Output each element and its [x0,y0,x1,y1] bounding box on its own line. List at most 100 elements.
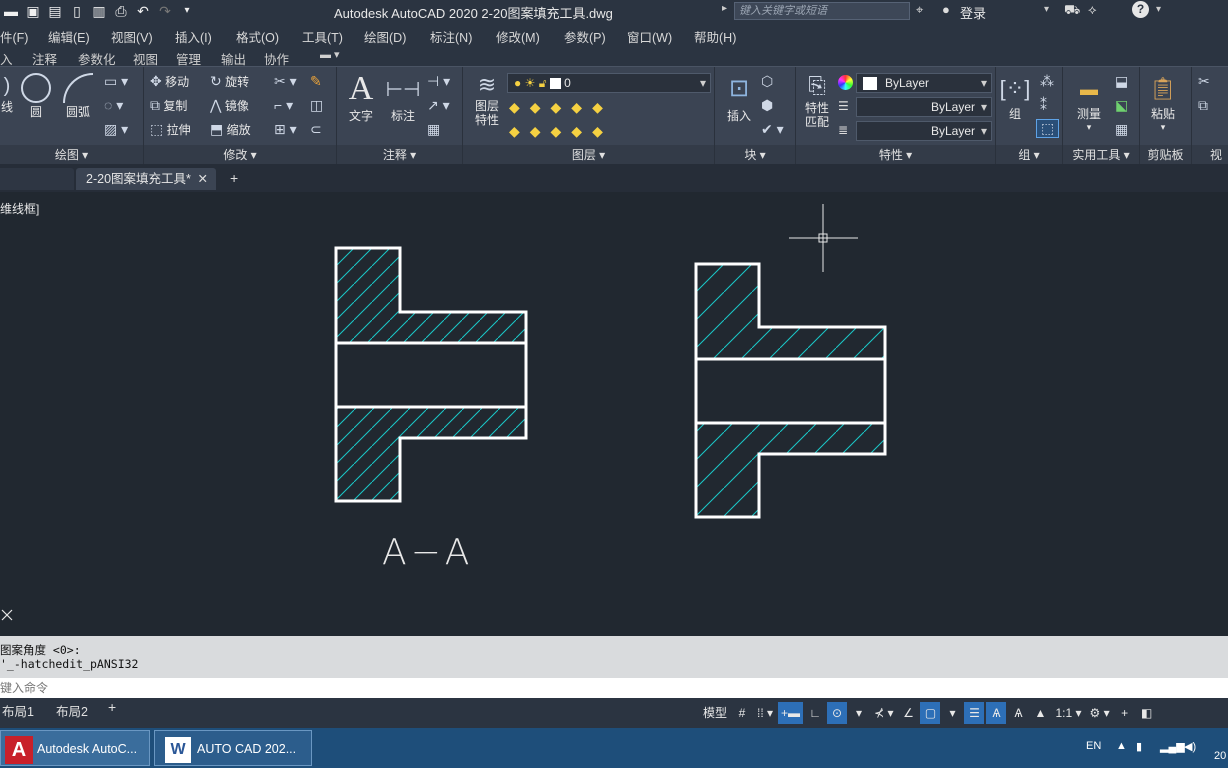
menu-parametric[interactable]: 参数(P) [564,27,606,46]
help-dropdown-icon[interactable]: ▾ [1156,4,1161,15]
model-space-button[interactable]: 模型 [700,702,730,724]
menu-tools[interactable]: 工具(T) [302,27,343,46]
isodraft-icon[interactable]: ⊀ ▾ [871,702,896,724]
snap-icon[interactable]: ⁞⁞ ▾ [754,702,776,724]
fillet-button[interactable]: ⌐ ▾ [274,97,293,114]
scale-button[interactable]: ⬒ 缩放 [210,121,251,138]
taskbar-autocad[interactable]: A Autodesk AutoC... [0,730,150,766]
customize-dropdown-icon[interactable]: ▾ [178,2,196,20]
login-dropdown-icon[interactable]: ▾ [1044,4,1049,15]
calculator-icon[interactable]: ▦ [1115,121,1128,138]
menu-edit[interactable]: 编辑(E) [48,27,90,46]
draw-panel-title[interactable]: 绘图 ▾ [0,145,143,165]
arc-button[interactable]: 圆弧 [60,73,96,120]
annotation-panel-title[interactable]: 注释 ▾ [337,145,462,165]
menu-help[interactable]: 帮助(H) [694,27,736,46]
auto-scale-icon[interactable]: Ѧ [1008,702,1028,724]
clock-fragment[interactable]: 20 [1214,750,1226,762]
a360-icon[interactable]: ⟡ [1088,2,1097,18]
workspace-gear-icon[interactable]: ⚙ ▾ [1087,702,1113,724]
menu-window[interactable]: 窗口(W) [627,27,672,46]
menu-view[interactable]: 视图(V) [111,27,153,46]
leader-icon[interactable]: ↗ ▾ [427,97,450,114]
mirror-button[interactable]: ⋀ 镜像 [210,97,249,114]
hatch-icon[interactable]: ▨ ▾ [104,121,128,138]
text-button[interactable]: A 文字 [343,71,379,124]
menu-draw[interactable]: 绘图(D) [364,27,406,46]
language-indicator[interactable]: EN [1086,740,1101,752]
group-select-icon[interactable]: ⬚ [1036,119,1060,138]
ribbon-toggle-icon[interactable]: ▬ ▾ [320,48,340,61]
print-icon[interactable]: ⎙ [112,2,130,20]
erase-button[interactable]: ✎ [310,73,322,90]
section-view-right[interactable] [694,262,887,519]
document-tab[interactable]: 2-20图案填充工具* ✕ [76,168,216,190]
section-view-left[interactable] [334,246,528,503]
volume-icon[interactable]: ◀) [1184,740,1196,753]
cart-icon[interactable]: ⛟ [1064,2,1080,20]
move-button[interactable]: ✥ 移动 [150,73,189,90]
lineweight-dropdown[interactable]: ByLayer [856,97,992,117]
undo-icon[interactable]: ↶ [134,2,152,20]
rotate-button[interactable]: ↻ 旋转 [210,73,249,90]
scale-dropdown[interactable]: 1:1 ▾ [1052,702,1084,724]
layers-panel-title[interactable]: 图层 ▾ [463,145,714,165]
stretch-button[interactable]: ⬚ 拉伸 [150,121,191,138]
menu-modify[interactable]: 修改(M) [496,27,540,46]
tray-arrow-icon[interactable]: ▲ [1116,740,1127,752]
object-snap-icon[interactable]: ▢ [920,702,941,724]
open-folder-icon[interactable]: ▬ [2,2,20,20]
menu-dimension[interactable]: 标注(N) [430,27,472,46]
power-icon[interactable]: ▮ [1136,740,1142,753]
close-tab-icon[interactable]: ✕ [198,168,208,190]
save-icon[interactable]: ▣ [24,2,42,20]
object-snap-tracking-icon[interactable]: ∠ [898,702,918,724]
annotation-scale-icon[interactable]: ▲ [1030,702,1050,724]
match-properties-button[interactable]: ⎘ 特性 匹配 [798,71,836,129]
clipboard-panel-title[interactable]: 剪贴板 [1140,145,1191,165]
login-button[interactable]: 登录 [960,3,986,22]
properties-panel-title[interactable]: 特性 ▾ [796,145,995,165]
dimension-button[interactable]: ⊢⊣ 标注 [385,73,421,124]
group-button[interactable]: [⁘] 组 [998,73,1032,122]
polar-tracking-icon[interactable]: ⊙ [827,702,848,724]
ellipse-icon[interactable]: ◌ ▾ [104,97,123,114]
help-search-input[interactable]: 键入关键字或短语 [734,2,910,20]
create-block-icon[interactable]: ⬡ [761,73,773,90]
start-tab[interactable] [0,168,74,190]
redo-icon[interactable]: ↷ [156,2,174,20]
ortho-icon[interactable]: ∟ [805,702,825,724]
trim-button[interactable]: ✂ ▾ [274,73,297,90]
select-all-icon[interactable]: ⬕ [1115,97,1128,114]
add-layout-icon[interactable]: + [108,699,116,715]
view-panel-title[interactable]: 视 [1192,145,1228,165]
table-icon[interactable]: ▦ [427,121,440,138]
drawing-canvas[interactable]: 维线框] A−A [0,192,1228,636]
help-icon[interactable]: ? [1132,1,1149,18]
command-input[interactable]: 键入命令 [0,678,1228,698]
layer-properties-button[interactable]: ≋ 图层 特性 [467,71,507,127]
color-dropdown[interactable]: ByLayer [856,73,992,93]
offset-button[interactable]: ⊂ [310,121,322,138]
quick-select-icon[interactable]: ⬓ [1115,73,1128,90]
edit-block-icon[interactable]: ⬢ [761,97,773,114]
publish-icon[interactable]: ▥ [90,2,108,20]
tab-layout2[interactable]: 布局2 [56,701,88,720]
linetype-dropdown[interactable]: ByLayer [856,121,992,141]
array-button[interactable]: ⊞ ▾ [274,121,297,138]
copy-button[interactable]: ⧉ 复制 [150,97,187,114]
dynamic-input-icon[interactable]: +▬ [778,702,804,724]
osnap-dropdown-icon[interactable]: ▾ [942,702,962,724]
measure-button[interactable]: ▬ 测量 ▾ [1067,73,1111,133]
menu-format[interactable]: 格式(O) [236,27,279,46]
annotation-visibility-icon[interactable]: Ѧ [986,702,1007,724]
tab-layout1[interactable]: 布局1 [2,701,34,720]
taskbar-word[interactable]: W AUTO CAD 202... [154,730,312,766]
ungroup-icon[interactable]: ⁂ [1040,73,1054,90]
group-edit-icon[interactable]: ⁑ [1040,97,1047,114]
menu-file[interactable]: 件(F) [0,27,28,46]
paste-button[interactable]: 📋︎ 粘贴 ▾ [1146,73,1180,133]
rectangle-icon[interactable]: ▭ ▾ [104,73,128,90]
block-panel-title[interactable]: 块 ▾ [715,145,795,165]
isolate-icon[interactable]: ◧ [1137,702,1157,724]
